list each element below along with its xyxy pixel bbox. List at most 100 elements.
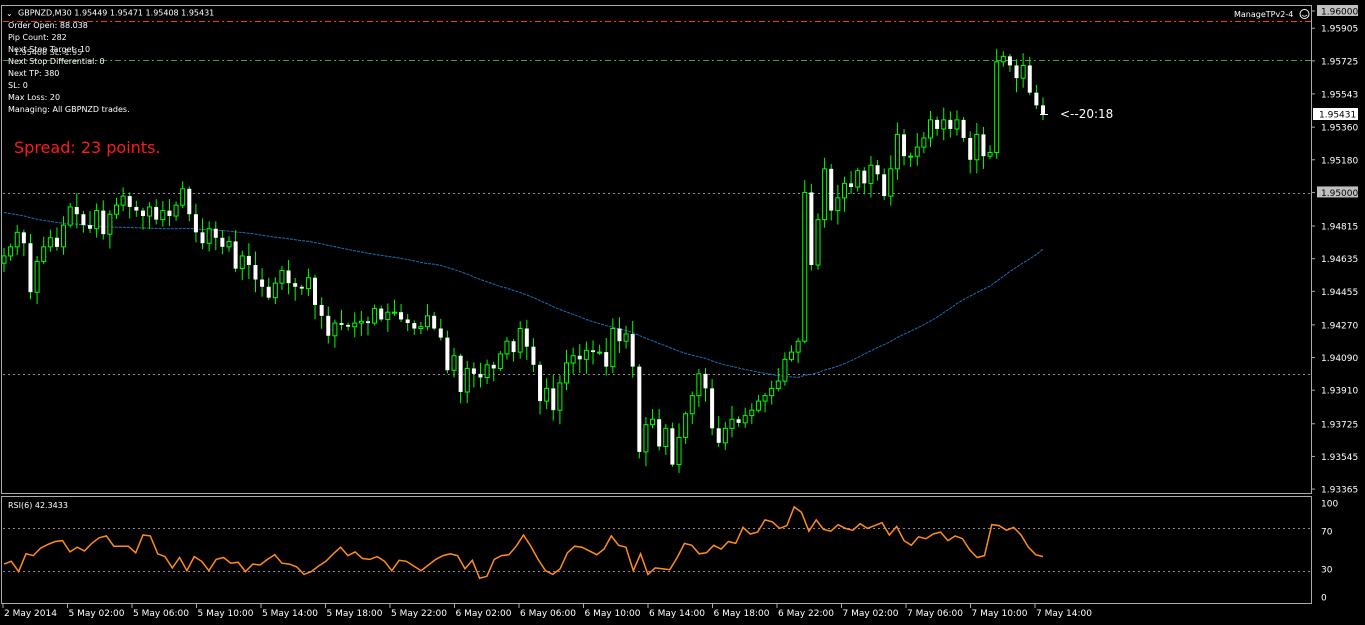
candle (1034, 84, 1039, 110)
candle (617, 317, 622, 353)
candle-body (875, 165, 880, 175)
candle-body (107, 213, 113, 235)
candle (981, 126, 986, 169)
candle-body (272, 282, 278, 299)
candle-body (703, 373, 708, 389)
candle-body (570, 355, 576, 364)
candle-body (67, 206, 73, 226)
candle (432, 311, 437, 331)
price-axis: 1.96000 1.95905 1.95725 1.95543 1.95360 1.951… (1311, 5, 1358, 496)
candle-body (286, 270, 291, 284)
candle-body (346, 324, 351, 327)
time-axis: 2 May 2014 5 May 02:00 5 May 06:00 5 May 10… (2, 604, 1092, 619)
candle (445, 330, 450, 374)
price-tick-label: 1.94635 (1321, 255, 1358, 265)
candle (524, 319, 529, 360)
candle-body (610, 328, 616, 368)
candle-body (1020, 64, 1026, 79)
candle (187, 186, 192, 222)
candle (755, 395, 761, 413)
candle-body (1, 255, 7, 264)
candle-body (894, 133, 900, 170)
candle-body (127, 196, 132, 207)
candle (385, 303, 391, 332)
candle-body (253, 265, 258, 280)
time-tick-label: 6 May 18:00 (714, 609, 770, 619)
candle-body (590, 350, 595, 353)
time-tick-label: 5 May 02:00 (69, 609, 125, 619)
candle (339, 309, 344, 331)
candle (710, 378, 715, 436)
candle-body (841, 182, 847, 199)
candle-body (405, 319, 410, 324)
candle-body (140, 210, 145, 217)
chart-menu-icon[interactable]: ⌄ (6, 9, 13, 18)
price-tick-label: 1.94270 (1321, 321, 1358, 331)
candle (643, 416, 649, 467)
candle (829, 164, 834, 221)
candle-body (391, 311, 397, 314)
rsi-axis: 100 70 30 0 (1321, 500, 1338, 604)
candle (914, 133, 920, 166)
candle (961, 116, 966, 142)
time-tick-label: 6 May 02:00 (456, 609, 512, 619)
candle (583, 341, 589, 374)
candle-body (1034, 92, 1039, 106)
price-tick-label: 1.93725 (1321, 420, 1358, 430)
candle (160, 201, 166, 227)
candle-body (226, 240, 232, 248)
candle-body (822, 168, 828, 221)
candle (213, 221, 218, 251)
candle-body (829, 168, 834, 211)
candle (835, 184, 841, 225)
candle-body (372, 308, 378, 324)
candle-body (399, 312, 404, 320)
candle-body (313, 277, 318, 305)
candle (332, 319, 338, 348)
candle-body (981, 134, 986, 157)
candle (1000, 51, 1006, 67)
candle (81, 210, 86, 233)
candle (101, 200, 106, 240)
candle (941, 107, 947, 141)
spread-indicator: Spread: 23 points. (14, 138, 161, 157)
candle (226, 236, 232, 252)
candle (464, 360, 470, 404)
candle (21, 229, 26, 257)
candle-body (385, 311, 391, 320)
candle (418, 321, 424, 335)
candle-body (762, 395, 768, 402)
candle-body (491, 364, 496, 369)
candle-body (755, 400, 761, 411)
trading-chart[interactable]: 1.96000 1.95905 1.95725 1.95543 1.95360 1.951… (0, 0, 1365, 625)
candle-body (154, 206, 159, 220)
time-tick-label: 6 May 06:00 (520, 609, 576, 619)
candle-body (41, 246, 47, 262)
time-tick-label: 6 May 14:00 (649, 609, 705, 619)
candle (107, 210, 113, 249)
candle-body (200, 232, 205, 244)
candle-body (657, 419, 662, 447)
candle-body (425, 315, 431, 328)
price-tick-label: 1.94815 (1321, 223, 1358, 233)
candle-body (882, 174, 887, 197)
price-tick-label: 1.94455 (1321, 288, 1358, 298)
candle-body (379, 308, 384, 320)
smiley-icon[interactable] (1299, 9, 1310, 19)
candle (557, 375, 563, 425)
candle-body (623, 333, 629, 342)
candle (868, 155, 874, 198)
candle (412, 320, 417, 335)
price-tick-label: 1.95180 (1321, 156, 1358, 166)
candle-countdown: <--20:18 (1060, 107, 1113, 121)
candle (200, 218, 205, 250)
candle-body (504, 340, 510, 355)
candle (391, 299, 397, 316)
candle (531, 338, 536, 372)
candle (663, 423, 669, 455)
candle (293, 277, 298, 301)
candle (299, 284, 304, 295)
candle-body (120, 195, 126, 206)
candle (683, 411, 689, 445)
candle-body (233, 241, 238, 269)
